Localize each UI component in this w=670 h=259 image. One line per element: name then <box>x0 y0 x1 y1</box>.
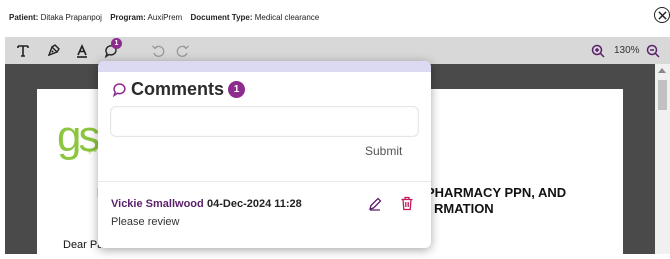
comments-header: Comments 1 <box>112 79 246 100</box>
comment-tool-button[interactable]: 1 <box>103 38 122 59</box>
close-icon <box>657 10 667 20</box>
company-logo-subtext: gre <box>88 148 97 154</box>
comment-date: 04-Dec-2024 11:28 <box>207 198 302 210</box>
document-heading-line2: RMATION <box>434 201 494 216</box>
zoom-in-icon <box>591 44 605 58</box>
delete-comment-icon[interactable] <box>400 196 414 211</box>
zoom-level: 130% <box>614 45 640 56</box>
submit-button[interactable]: Submit <box>365 144 402 158</box>
comment-text: Please review <box>111 216 180 228</box>
zoom-in-button[interactable] <box>590 43 606 59</box>
zoom-out-button[interactable] <box>645 43 661 59</box>
header-bar: Patient: Ditaka Prapanpoj Program: AuxiP… <box>0 0 670 37</box>
comment-count-badge: 1 <box>111 38 122 49</box>
viewer-scrollbar[interactable] <box>655 64 670 254</box>
doctype-label: Document Type: <box>190 13 253 22</box>
divider <box>98 181 431 182</box>
comments-panel: Comments 1 Submit Vickie Smallwood 04-De… <box>98 61 431 248</box>
zoom-out-icon <box>646 44 660 58</box>
comment-icon <box>112 83 126 97</box>
pen-tool-button[interactable] <box>45 43 61 59</box>
program-value: AuxiPrem <box>147 13 183 22</box>
redo-icon <box>176 45 189 57</box>
undo-button[interactable] <box>150 43 166 59</box>
comment-input[interactable] <box>110 106 419 137</box>
pen-tool-icon <box>47 44 60 57</box>
patient-label: Patient: <box>9 13 39 22</box>
redo-button[interactable] <box>175 43 191 59</box>
document-meta: Patient: Ditaka Prapanpoj Program: AuxiP… <box>9 13 325 22</box>
highlight-tool-icon <box>77 44 87 58</box>
patient-value: Ditaka Prapanpoj <box>40 13 102 22</box>
edit-comment-icon[interactable] <box>368 197 382 211</box>
doctype-value: Medical clearance <box>254 13 320 22</box>
panel-header-band <box>98 61 431 72</box>
comments-count-badge: 1 <box>228 81 246 98</box>
text-tool-button[interactable] <box>15 43 31 59</box>
scroll-up-arrow[interactable] <box>658 68 666 73</box>
annotation-toolbar: 1 130% <box>5 37 670 64</box>
comments-title: Comments <box>131 79 225 99</box>
close-button[interactable] <box>654 7 670 23</box>
undo-icon <box>152 45 165 57</box>
document-heading: PHARMACY PPN, AND RMATION <box>426 185 566 217</box>
document-heading-line1: PHARMACY PPN, AND <box>426 185 567 200</box>
program-label: Program: <box>110 13 146 22</box>
scroll-thumb[interactable] <box>658 80 667 110</box>
text-tool-icon <box>17 45 29 57</box>
comment-author: Vickie Smallwood <box>111 198 204 210</box>
highlight-tool-button[interactable] <box>74 43 90 59</box>
